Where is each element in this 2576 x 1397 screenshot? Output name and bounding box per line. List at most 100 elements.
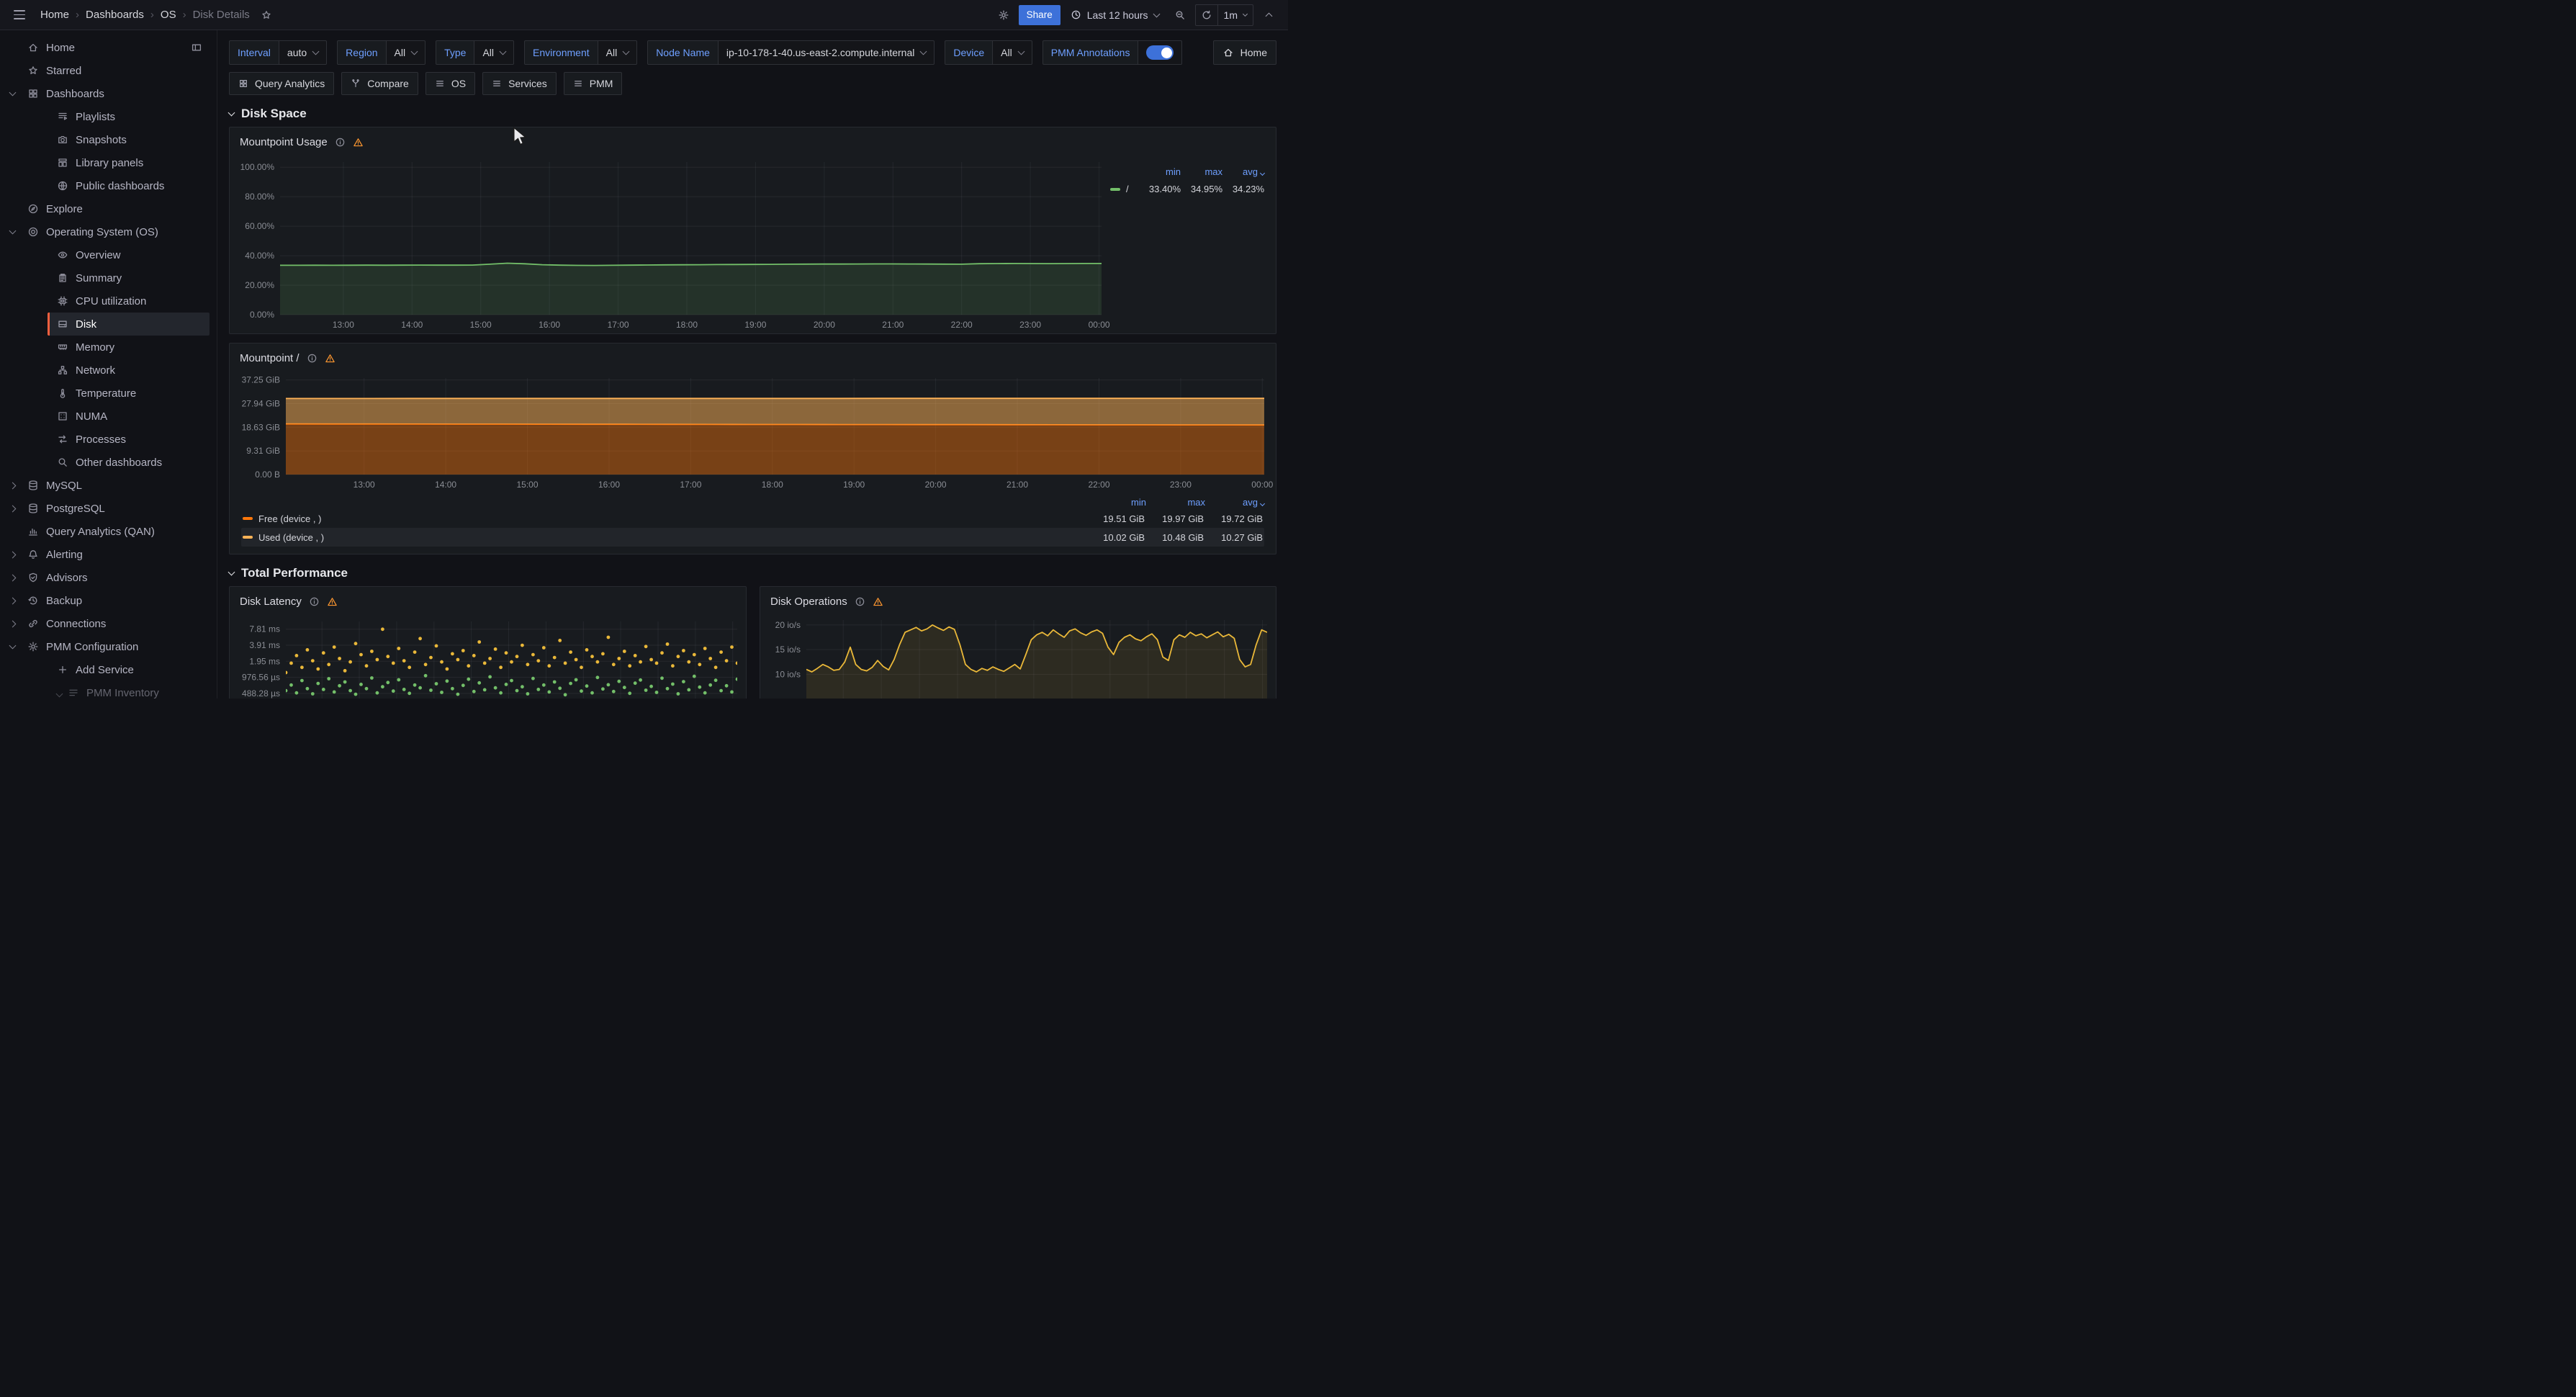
filter-interval-value[interactable]: auto xyxy=(279,40,327,65)
dock-icon xyxy=(191,42,202,53)
sidebar-item-starred[interactable]: Starred xyxy=(0,59,217,82)
legend-header-avg[interactable]: avg xyxy=(1205,497,1264,508)
warning-icon[interactable] xyxy=(353,137,364,148)
filter-region-value[interactable]: All xyxy=(387,40,426,65)
chevron-up-icon xyxy=(1265,13,1272,20)
os-button[interactable]: OS xyxy=(425,72,475,95)
sidebar-collapse-button[interactable] xyxy=(191,42,210,53)
disk-operations-chart[interactable]: 20 io/s15 io/s10 io/s xyxy=(760,616,1276,698)
filter-device-value[interactable]: All xyxy=(993,40,1032,65)
legend-row-free-device[interactable]: Free (device , ) 19.51 GiB 19.97 GiB 19.… xyxy=(241,509,1264,528)
sidebar-item-cpu-utilization[interactable]: CPU utilization xyxy=(48,289,210,313)
services-button[interactable]: Services xyxy=(482,72,557,95)
pmm-annotations-toggle[interactable] xyxy=(1146,45,1174,60)
breadcrumb-os[interactable]: OS xyxy=(161,9,176,21)
series-swatch xyxy=(1110,188,1120,191)
filter-environment-label: Environment xyxy=(524,40,598,65)
sidebar-item-network[interactable]: Network xyxy=(48,359,210,382)
sidebar-item-explore[interactable]: Explore xyxy=(0,197,217,220)
sidebar-item-playlists[interactable]: Playlists xyxy=(48,105,210,128)
section-disk-space[interactable]: Disk Space xyxy=(229,107,1276,121)
breadcrumb-dashboards[interactable]: Dashboards xyxy=(86,9,144,21)
svg-text:23:00: 23:00 xyxy=(1170,480,1192,490)
sidebar-item-memory[interactable]: Memory xyxy=(48,336,210,359)
info-icon[interactable] xyxy=(855,596,865,607)
panel-header: Mountpoint Usage xyxy=(230,127,1276,156)
breadcrumb-disk-details[interactable]: Disk Details xyxy=(193,9,250,21)
sidebar-item-pmm-configuration[interactable]: PMM Configuration xyxy=(0,635,217,658)
sidebar-item-public-dashboards[interactable]: Public dashboards xyxy=(48,174,210,197)
legend-header-avg[interactable]: avg xyxy=(1222,166,1264,177)
share-button[interactable]: Share xyxy=(1019,5,1060,25)
breadcrumb-home[interactable]: Home xyxy=(40,9,69,21)
filter-type-label: Type xyxy=(436,40,474,65)
sidebar-item-label: PMM Inventory xyxy=(86,687,159,699)
sidebar-item-disk[interactable]: Disk xyxy=(48,313,210,336)
sidebar-item-label: Library panels xyxy=(76,157,143,169)
chevron-down-icon xyxy=(228,109,235,117)
sidebar-item-label: Public dashboards xyxy=(76,180,164,192)
sidebar-item-add-service[interactable]: Add Service xyxy=(48,658,210,681)
info-icon[interactable] xyxy=(335,137,346,148)
warning-icon[interactable] xyxy=(873,596,883,607)
sidebar-item-query-analytics-qan[interactable]: Query Analytics (QAN) xyxy=(0,520,217,543)
sidebar-item-pmm-inventory[interactable]: PMM Inventory xyxy=(48,681,210,698)
pmm-button[interactable]: PMM xyxy=(564,72,623,95)
sidebar-item-numa[interactable]: NUMA xyxy=(48,405,210,428)
mountpoint-usage-chart[interactable]: 0.00%20.00%40.00%60.00%80.00%100.00%13:0… xyxy=(230,156,1110,333)
home-button[interactable]: Home xyxy=(1213,40,1276,65)
sidebar-item-dashboards[interactable]: Dashboards xyxy=(0,82,217,105)
svg-text:13:00: 13:00 xyxy=(353,480,375,490)
chevron-down-icon xyxy=(411,48,418,55)
legend-row-root[interactable]: / 33.40% 34.95% 34.23% xyxy=(1110,184,1264,194)
compare-button[interactable]: Compare xyxy=(341,72,418,95)
svg-text:22:00: 22:00 xyxy=(951,320,973,330)
sidebar-item-mysql[interactable]: MySQL xyxy=(0,474,217,497)
refresh-interval-select[interactable]: 1m xyxy=(1217,5,1253,25)
sidebar-item-overview[interactable]: Overview xyxy=(48,243,210,266)
sidebar-item-postgresql[interactable]: PostgreSQL xyxy=(0,497,217,520)
legend-header-min[interactable]: min xyxy=(1087,497,1146,508)
favorite-button[interactable] xyxy=(256,4,277,26)
sidebar-item-operating-system-os[interactable]: Operating System (OS) xyxy=(0,220,217,243)
time-range-picker[interactable]: Last 12 hours xyxy=(1065,4,1165,26)
warning-icon[interactable] xyxy=(327,596,338,607)
home-button-label: Home xyxy=(1240,47,1267,58)
collapse-topbar-button[interactable] xyxy=(1258,4,1279,26)
sidebar-item-library-panels[interactable]: Library panels xyxy=(48,151,210,174)
info-icon[interactable] xyxy=(309,596,320,607)
legend-header-max[interactable]: max xyxy=(1181,166,1222,177)
sidebar-item-label: Home xyxy=(46,42,75,54)
menu-button[interactable] xyxy=(9,4,30,26)
filter-node-name-value[interactable]: ip-10-178-1-40.us-east-2.compute.interna… xyxy=(719,40,935,65)
filter-environment-value[interactable]: All xyxy=(598,40,638,65)
dashboard-settings-button[interactable] xyxy=(993,4,1014,26)
info-icon[interactable] xyxy=(307,353,318,364)
warning-icon[interactable] xyxy=(325,353,335,364)
legend-row-used-device[interactable]: Used (device , ) 10.02 GiB 10.48 GiB 10.… xyxy=(241,528,1264,547)
mountpoint-root-chart[interactable]: 0.00 B9.31 GiB18.63 GiB27.94 GiB37.25 Gi… xyxy=(230,372,1276,493)
sidebar-item-connections[interactable]: Connections xyxy=(0,612,217,635)
sidebar-item-advisors[interactable]: Advisors xyxy=(0,566,217,589)
sidebar-item-temperature[interactable]: Temperature xyxy=(48,382,210,405)
apps-icon xyxy=(238,78,248,89)
sidebar-item-snapshots[interactable]: Snapshots xyxy=(48,128,210,151)
legend-header-max[interactable]: max xyxy=(1146,497,1205,508)
sidebar-item-other-dashboards[interactable]: Other dashboards xyxy=(48,451,210,474)
svg-text:18:00: 18:00 xyxy=(762,480,783,490)
sidebar-item-label: CPU utilization xyxy=(76,295,146,307)
zoom-out-time-button[interactable] xyxy=(1169,4,1191,26)
sidebar-item-home[interactable]: Home xyxy=(0,36,217,59)
chevron-right-icon xyxy=(9,505,17,512)
sidebar-item-backup[interactable]: Backup xyxy=(0,589,217,612)
legend-header-min[interactable]: min xyxy=(1139,166,1181,177)
disk-latency-chart[interactable]: 7.81 ms3.91 ms1.95 ms976.56 µs488.28 µs xyxy=(230,616,746,698)
query-analytics-button[interactable]: Query Analytics xyxy=(229,72,334,95)
section-total-performance[interactable]: Total Performance xyxy=(229,566,1276,580)
sidebar-item-summary[interactable]: Summary xyxy=(48,266,210,289)
sidebar-item-alerting[interactable]: Alerting xyxy=(0,543,217,566)
app: Home›Dashboards›OS›Disk Details Share La… xyxy=(0,0,1288,698)
filter-type-value[interactable]: All xyxy=(474,40,514,65)
sidebar-item-processes[interactable]: Processes xyxy=(48,428,210,451)
refresh-button[interactable] xyxy=(1196,4,1217,26)
